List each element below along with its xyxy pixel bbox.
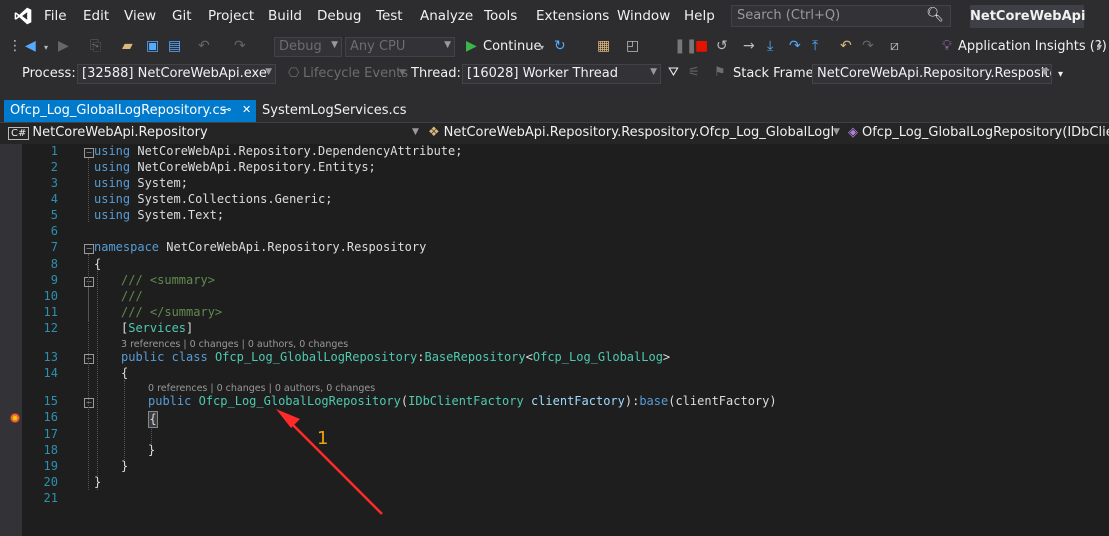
annotation-arrow-shaft: [287, 419, 383, 515]
annotation-arrow-head: [276, 409, 300, 428]
annotation-overlay: [276, 409, 383, 515]
annotation-label: 1: [317, 428, 329, 449]
